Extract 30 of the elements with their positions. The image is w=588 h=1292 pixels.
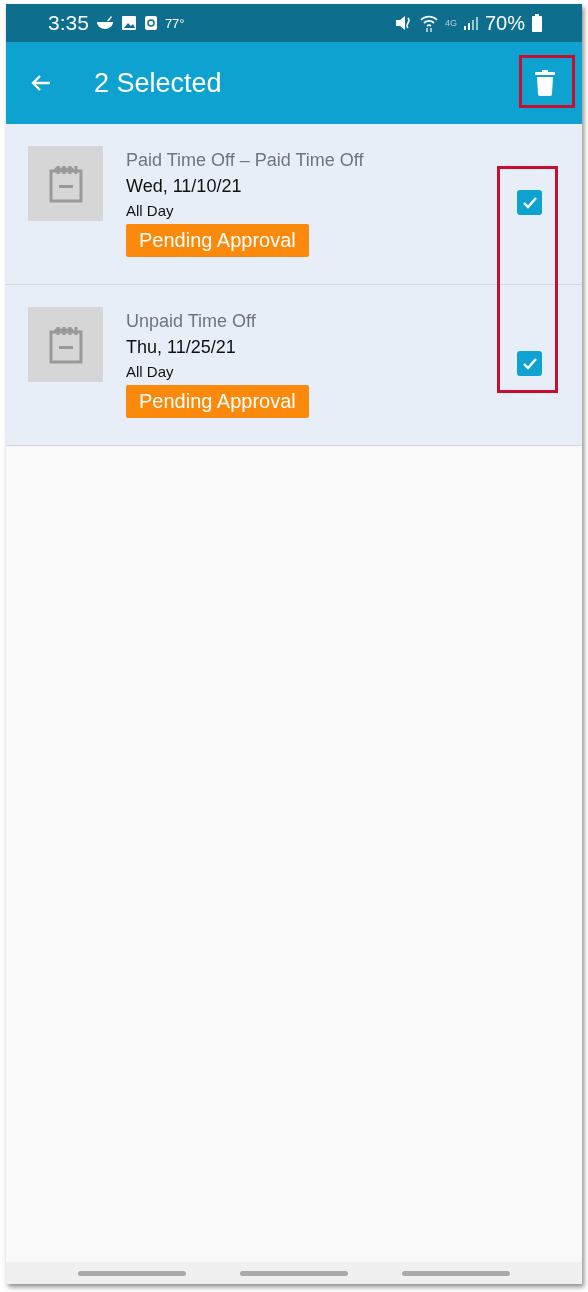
highlight-frame — [519, 55, 575, 108]
status-badge: Pending Approval — [126, 385, 309, 418]
calendar-icon — [48, 325, 83, 364]
calendar-icon — [48, 164, 83, 203]
leave-date: Wed, 11/10/21 — [126, 175, 242, 198]
temperature-text: 77° — [164, 15, 185, 31]
leave-duration: All Day — [126, 201, 174, 220]
bowl-icon — [95, 16, 114, 30]
nav-handle[interactable] — [240, 1270, 348, 1276]
battery-percent: 70% — [484, 11, 525, 35]
checkbox[interactable] — [517, 190, 542, 215]
wifi-icon — [419, 14, 438, 32]
status-badge: Pending Approval — [126, 224, 309, 257]
leave-type: Paid Time Off – Paid Time Off — [126, 149, 364, 171]
image-icon — [120, 15, 137, 31]
battery-icon — [532, 14, 542, 32]
time-off-item[interactable]: Unpaid Time Off Thu, 11/25/21 All Day Pending Approval — [6, 285, 582, 446]
mute-icon — [394, 15, 413, 31]
time-off-item[interactable]: Paid Time Off – Paid Time Off Wed, 11/10/21 All Day Pending Approval — [6, 124, 582, 285]
leave-date: Thu, 11/25/21 — [126, 336, 236, 359]
app-bar-title: 2 Selected — [94, 67, 222, 99]
signal-icon — [463, 16, 478, 30]
trash-icon — [534, 70, 556, 96]
nav-handle[interactable] — [402, 1270, 510, 1276]
leave-duration: All Day — [126, 362, 174, 381]
status-time: 3:35 — [48, 11, 89, 35]
network-type-text: 4G — [444, 18, 457, 28]
checkbox[interactable] — [517, 351, 542, 376]
leave-type: Unpaid Time Off — [126, 310, 256, 332]
nav-handle[interactable] — [78, 1270, 186, 1276]
